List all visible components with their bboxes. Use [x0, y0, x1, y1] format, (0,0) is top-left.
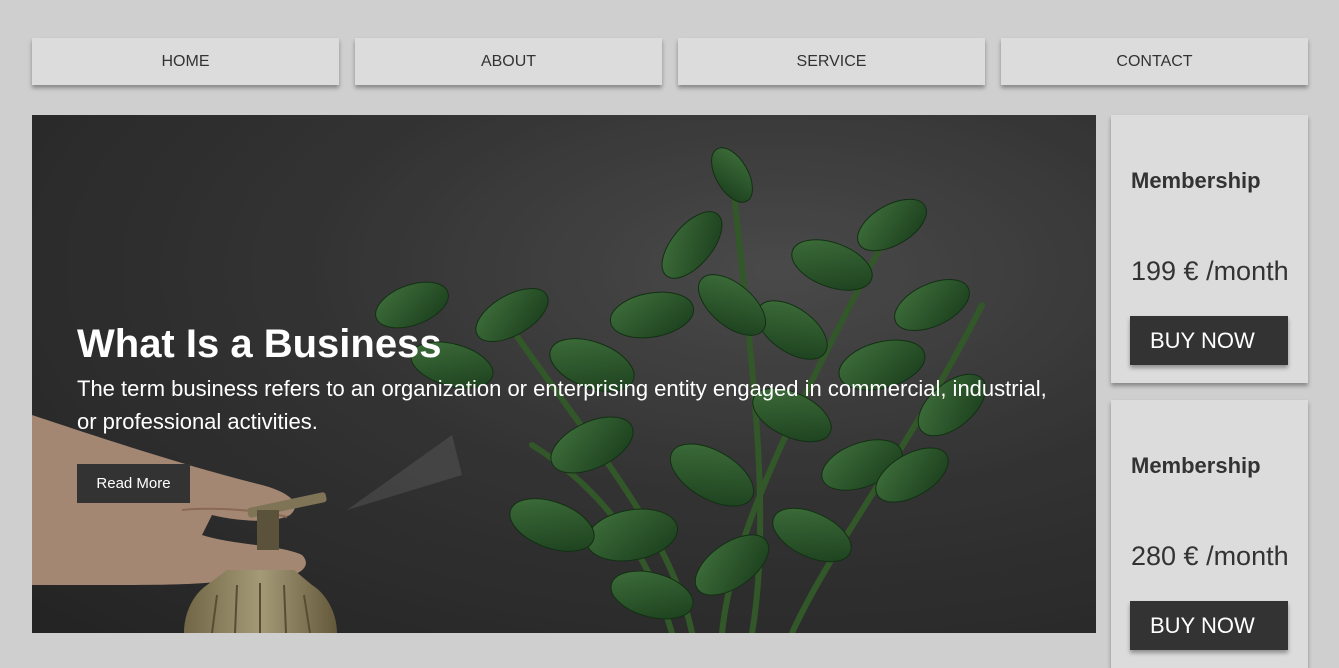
pricing-card-price: 199 € /month: [1131, 256, 1289, 286]
hero-description: The term business refers to an organizat…: [77, 376, 1047, 434]
pricing-card-title: Membership: [1131, 168, 1261, 193]
buy-now-button[interactable]: BUY NOW: [1130, 601, 1288, 650]
hero-content: What Is a Business The term business ref…: [77, 320, 1057, 503]
pricing-card: Membership 280 € /month BUY NOW: [1111, 400, 1308, 668]
read-more-button[interactable]: Read More: [77, 464, 190, 503]
nav-contact-button[interactable]: CONTACT: [1001, 38, 1308, 85]
buy-now-button[interactable]: BUY NOW: [1130, 316, 1288, 365]
hero-banner: What Is a Business The term business ref…: [32, 115, 1096, 633]
nav-service-button[interactable]: SERVICE: [678, 38, 985, 85]
nav-home-button[interactable]: HOME: [32, 38, 339, 85]
hero-title: What Is a Business: [77, 322, 442, 366]
nav-about-button[interactable]: ABOUT: [355, 38, 662, 85]
pricing-card: Membership 199 € /month BUY NOW: [1111, 115, 1308, 383]
buy-now-label: BUY NOW: [1150, 328, 1255, 353]
pricing-card-price: 280 € /month: [1131, 541, 1289, 571]
buy-now-label: BUY NOW: [1150, 613, 1255, 638]
main-navigation: HOME ABOUT SERVICE CONTACT: [32, 38, 1308, 85]
pricing-card-title: Membership: [1131, 453, 1261, 478]
